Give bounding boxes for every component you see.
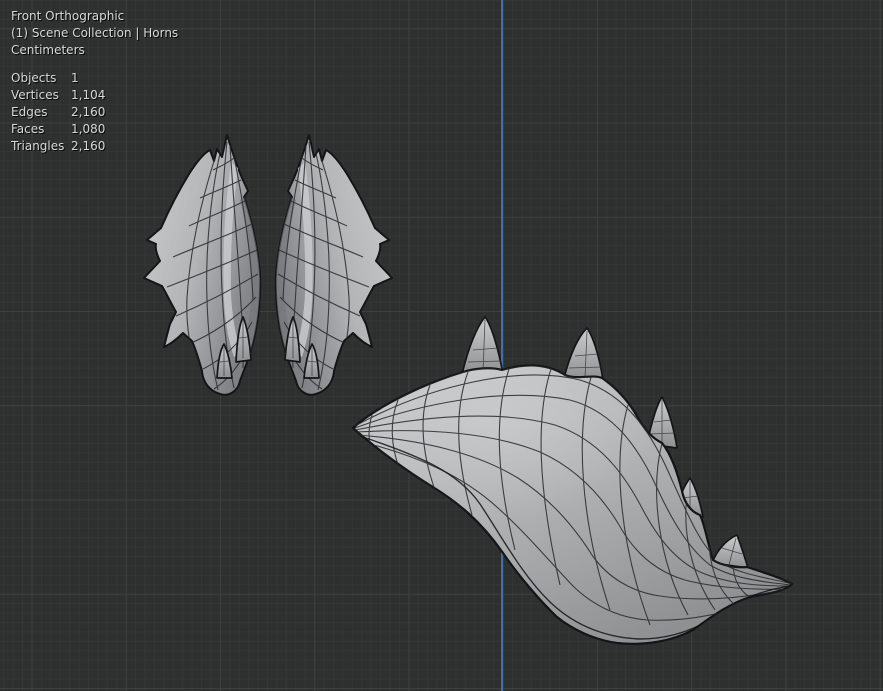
stat-label: Edges [11,105,48,119]
stat-label: Objects [11,71,57,85]
horn-mesh-right[interactable] [276,135,392,395]
breadcrumb: (1) Scene Collection | Horns [11,26,179,40]
stat-label: Triangles [11,139,65,153]
units-label: Centimeters [11,43,85,57]
3d-viewport[interactable]: Front Orthographic (1) Scene Collection … [0,0,883,691]
stat-value: 2,160 [71,139,106,153]
viewport-overlay-text: Front Orthographic (1) Scene Collection … [11,8,178,155]
stat-row-objects: Objects 1 [11,70,178,87]
stat-row-edges: Edges 2,160 [11,104,178,121]
stat-row-faces: Faces 1,080 [11,121,178,138]
horn-mesh-large[interactable] [351,316,794,645]
stat-label: Vertices [11,88,59,102]
stat-label: Faces [11,122,45,136]
horn-mesh-left[interactable] [143,134,262,396]
stat-value: 2,160 [71,105,106,119]
stat-row-vertices: Vertices 1,104 [11,87,178,104]
stat-row-triangles: Triangles 2,160 [11,138,178,155]
statistics-panel: Objects 1 Vertices 1,104 Edges 2,160 Fac… [11,70,178,155]
stat-value: 1,080 [71,122,106,136]
stat-value: 1,104 [71,88,106,102]
view-name: Front Orthographic [11,9,125,23]
stat-value: 1 [71,71,79,85]
